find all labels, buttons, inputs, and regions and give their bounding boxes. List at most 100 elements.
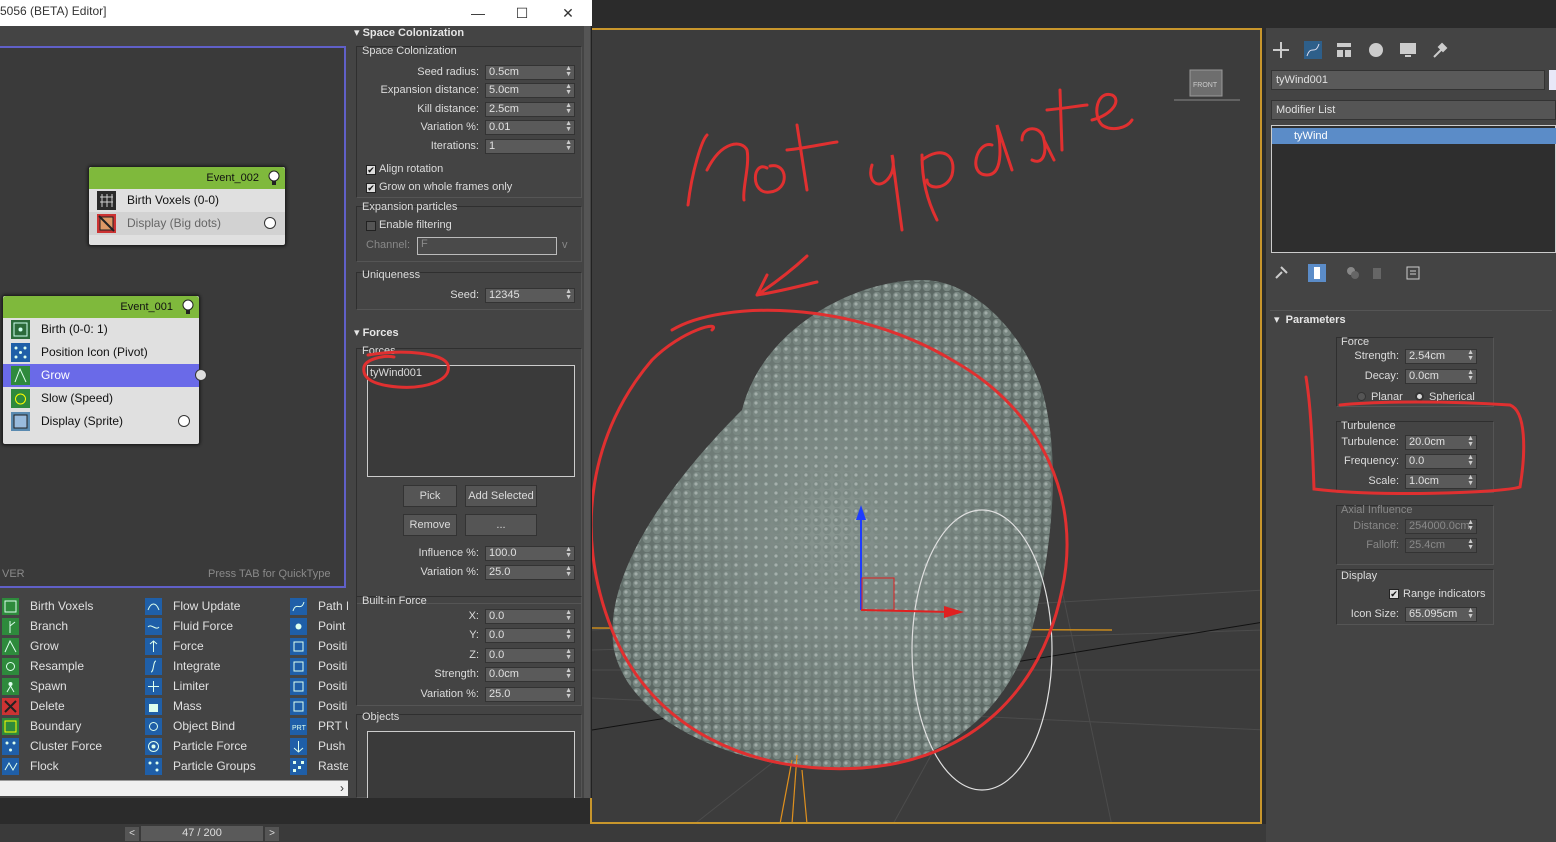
depot-item[interactable]: Boundary [2, 716, 81, 736]
event-header[interactable]: Event_002 [89, 167, 285, 189]
object-name-field[interactable]: tyWind001 [1271, 70, 1545, 90]
modifier-stack[interactable]: tyWind [1271, 125, 1556, 253]
strength-spinner[interactable]: 2.54cm ▲ ▼ [1405, 349, 1477, 364]
seed-radius-spinner[interactable]: 0.5cm ▲ ▼ [485, 65, 575, 80]
depot-item[interactable]: Flock [2, 756, 59, 776]
event-node-001[interactable]: Event_001 Birth (0-0: 1) Position Icon (… [2, 295, 207, 445]
output-port[interactable] [178, 415, 190, 427]
depot-item[interactable]: Branch [2, 616, 68, 636]
grow-whole-frames-checkbox[interactable]: ✔ [366, 183, 376, 193]
parameters-rollout-title[interactable]: ▾ Parameters [1274, 313, 1346, 326]
depot-item[interactable]: Positi [290, 636, 347, 656]
depot-horizontal-scrollbar[interactable]: › [0, 780, 348, 796]
depot-item[interactable]: Mass [145, 696, 202, 716]
forces-variation-spinner[interactable]: 25.0 ▲ ▼ [485, 565, 575, 580]
depot-item[interactable]: Integrate [145, 656, 220, 676]
depot-item[interactable]: Point [290, 616, 345, 636]
operator-birth[interactable]: Birth (0-0: 1) [3, 318, 199, 341]
create-tab-icon[interactable] [1271, 40, 1291, 60]
align-rotation-checkbox[interactable]: ✔ [366, 165, 376, 175]
modifier-list-dropdown[interactable]: Modifier List [1271, 100, 1556, 120]
maximize-button[interactable]: ☐ [512, 3, 532, 23]
enable-filtering-checkbox[interactable] [366, 221, 376, 231]
next-frame-button[interactable]: > [265, 827, 279, 841]
depot-item[interactable]: Flow Update [145, 596, 240, 616]
expansion-distance-spinner[interactable]: 5.0cm ▲ ▼ [485, 83, 575, 98]
more-options-button[interactable]: ... [465, 514, 537, 536]
rollout-forces[interactable]: ▾ Forces [354, 326, 584, 342]
influence-spinner[interactable]: 100.0 ▲ ▼ [485, 546, 575, 561]
event-node-002[interactable]: Event_002 Birth Voxels (0-0) Display (Bi… [88, 166, 286, 246]
remove-button[interactable]: Remove [403, 514, 457, 536]
add-selected-button[interactable]: Add Selected [465, 485, 537, 507]
depot-item[interactable]: Positi [290, 696, 347, 716]
range-indicators-checkbox[interactable]: ✔ [1389, 589, 1399, 599]
seed-spinner[interactable]: 12345 ▲ ▼ [485, 288, 575, 303]
operator-slow[interactable]: Slow (Speed) [3, 387, 199, 410]
variation-spinner[interactable]: 0.01 ▲ ▼ [485, 120, 575, 135]
output-port[interactable] [264, 217, 276, 229]
depot-item[interactable]: Positi [290, 676, 347, 696]
builtin-strength-spinner[interactable]: 0.0cm ▲ ▼ [485, 667, 575, 682]
depot-item[interactable]: PRT PRT U [290, 716, 348, 736]
depot-item[interactable]: Cluster Force [2, 736, 102, 756]
operator-depot[interactable]: Birth Voxels Branch Grow Resample Spawn … [0, 592, 348, 780]
configure-modifier-sets-icon[interactable] [1404, 264, 1422, 282]
event-graph[interactable]: VER Press TAB for QuickType Event_002 Bi… [0, 46, 346, 588]
stack-item-tywind[interactable]: tyWind [1272, 128, 1556, 144]
depot-item[interactable]: Object Bind [145, 716, 235, 736]
iterations-spinner[interactable]: 1 ▲ ▼ [485, 139, 575, 154]
hierarchy-tab-icon[interactable] [1334, 40, 1354, 60]
builtin-variation-spinner[interactable]: 25.0 ▲ ▼ [485, 687, 575, 702]
depot-item[interactable]: Spawn [2, 676, 67, 696]
distance-spinner[interactable]: 254000.0cm ▲ ▼ [1405, 519, 1477, 534]
show-end-result-icon[interactable] [1308, 264, 1326, 282]
event-header[interactable]: Event_001 [3, 296, 199, 318]
depot-item[interactable]: Particle Force [145, 736, 247, 756]
depot-item[interactable]: Raster [290, 756, 348, 776]
time-slider[interactable]: 47 / 200 [141, 826, 263, 841]
depot-item[interactable]: Resample [2, 656, 84, 676]
kill-distance-spinner[interactable]: 2.5cm ▲ ▼ [485, 102, 575, 117]
channel-dropdown-chevron-icon[interactable]: v [562, 239, 568, 251]
depot-item[interactable]: Fluid Force [145, 616, 233, 636]
pin-stack-icon[interactable] [1272, 264, 1290, 282]
operator-birth-voxels[interactable]: Birth Voxels (0-0) [89, 189, 285, 212]
operator-position-icon[interactable]: Position Icon (Pivot) [3, 341, 199, 364]
depot-item[interactable]: Particle Groups [145, 756, 256, 776]
lightbulb-icon[interactable] [181, 299, 195, 315]
pick-button[interactable]: Pick [403, 485, 457, 507]
minimize-button[interactable]: — [468, 3, 488, 23]
depot-item[interactable]: Push [290, 736, 345, 756]
utilities-tab-icon[interactable] [1430, 40, 1450, 60]
depot-item[interactable]: Birth Voxels [2, 596, 93, 616]
operator-display-sprite[interactable]: Display (Sprite) [3, 410, 199, 433]
icon-size-spinner[interactable]: 65.095cm ▲ ▼ [1405, 607, 1477, 622]
channel-field[interactable]: F [417, 237, 557, 255]
viewcube[interactable]: FRONT [1174, 69, 1240, 101]
depot-item[interactable]: Positi [290, 656, 347, 676]
operator-display-big-dots[interactable]: Display (Big dots) [89, 212, 285, 235]
depot-item[interactable]: Delete [2, 696, 65, 716]
operator-grow[interactable]: Grow [3, 364, 207, 387]
params-scrollbar[interactable] [584, 26, 590, 798]
close-button[interactable]: ✕ [558, 3, 578, 23]
scroll-right-arrow-icon[interactable]: › [340, 781, 344, 795]
display-tab-icon[interactable] [1398, 40, 1418, 60]
depot-item[interactable]: Force [145, 636, 204, 656]
depot-item[interactable]: Grow [2, 636, 59, 656]
remove-modifier-icon[interactable] [1368, 264, 1386, 282]
depot-item[interactable]: Limiter [145, 676, 209, 696]
falloff-spinner[interactable]: 25.4cm ▲ ▼ [1405, 538, 1477, 553]
perspective-viewport[interactable]: FRONT [590, 28, 1262, 824]
rollout-space-colonization[interactable]: ▾ Space Colonization [354, 26, 584, 42]
previous-frame-button[interactable]: < [125, 827, 139, 841]
objects-list[interactable] [367, 731, 575, 798]
x-spinner[interactable]: 0.0 ▲ ▼ [485, 609, 575, 624]
output-port[interactable] [195, 369, 207, 381]
modify-tab-icon[interactable] [1303, 40, 1323, 60]
motion-tab-icon[interactable] [1366, 40, 1386, 60]
lightbulb-icon[interactable] [267, 170, 281, 186]
object-color-swatch[interactable] [1549, 70, 1556, 90]
z-spinner[interactable]: 0.0 ▲ ▼ [485, 648, 575, 663]
